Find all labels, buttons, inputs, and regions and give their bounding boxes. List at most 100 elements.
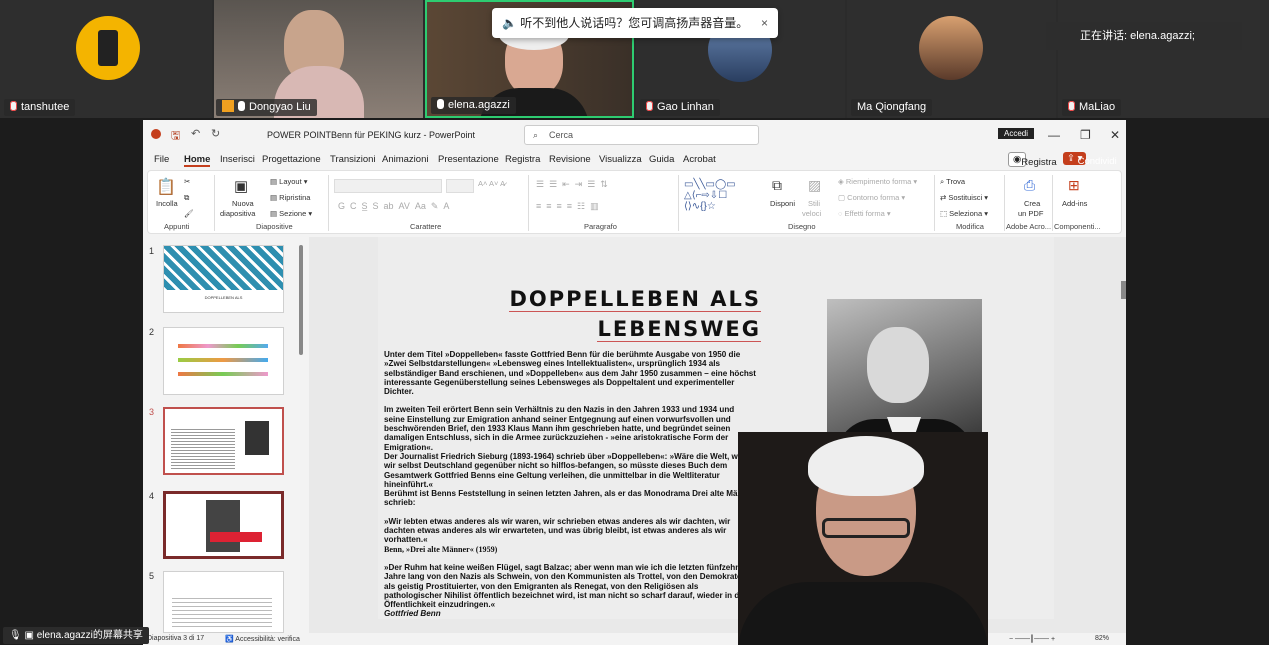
new-slide-icon[interactable]: ▣ — [234, 177, 248, 195]
search-input[interactable]: ⌕ Cerca — [524, 125, 759, 145]
record-button[interactable]: ◉ Registra — [1008, 152, 1057, 168]
slide-thumb-4[interactable] — [163, 491, 284, 559]
font-format-icons[interactable]: G C S̲ S ab AV Aa ✎ A — [338, 201, 449, 212]
addins-button[interactable]: Add-ins — [1062, 199, 1087, 208]
section-button[interactable]: ▤ Sezione ▾ — [270, 209, 312, 218]
quick-styles-label2[interactable]: veloci — [802, 209, 821, 218]
speaking-label: 正在讲话: — [1080, 30, 1128, 42]
new-slide-label2[interactable]: diapositiva — [220, 209, 255, 218]
tab-acrobat[interactable]: Acrobat — [683, 154, 716, 165]
font-name-select[interactable] — [334, 179, 442, 193]
participant-tile[interactable]: tanshutee — [0, 0, 212, 118]
paragraph: Im zweiten Teil erörtert Benn sein Verhä… — [384, 405, 735, 452]
arrange-icon[interactable]: ⧉ — [772, 177, 782, 194]
screen-share-label: 🎙 ▣ elena.agazzi的屏幕共享 — [3, 627, 149, 644]
user-icon — [222, 100, 234, 112]
participant-tile[interactable]: MaLiao — [1058, 0, 1269, 118]
quote: »Der Ruhm hat keine weißen Flügel, sagt … — [384, 562, 756, 610]
accessibility-status[interactable]: ♿ Accessibilità: verifica — [225, 635, 300, 643]
replace-button[interactable]: ⇄ Sostituisci ▾ — [940, 193, 988, 202]
tab-file[interactable]: File — [154, 154, 169, 165]
save-icon[interactable]: 🖫 — [171, 127, 180, 146]
autosave-icon — [151, 129, 161, 139]
paragraph: Der Journalist Friedrich Sieburg (1893-1… — [384, 451, 755, 489]
create-pdf-icon[interactable]: ⎙ — [1024, 177, 1035, 194]
create-pdf-label[interactable]: Crea — [1024, 199, 1040, 208]
shape-fill-button[interactable]: ◈ Riempimento forma ▾ — [838, 177, 917, 186]
minimize-button[interactable]: — — [1048, 120, 1060, 150]
tab-view[interactable]: Visualizza — [599, 154, 642, 165]
speaker-muted-icon: 🔈 — [502, 16, 517, 30]
slide-scrollbar[interactable] — [1121, 281, 1126, 299]
toast-text: 听不到他人说话吗？您可调高扬声器音量。 — [520, 16, 749, 30]
quick-styles-label[interactable]: Stili — [808, 199, 820, 208]
mic-icon: 🎙 — [9, 630, 22, 641]
close-icon[interactable]: × — [761, 8, 768, 38]
slide-thumb-1[interactable]: DOPPELLEBEN ALS — [163, 245, 284, 313]
search-icon: ⌕ — [533, 130, 539, 140]
slide-number: 1 — [149, 246, 155, 256]
paste-button[interactable]: Incolla — [156, 199, 178, 208]
slide-thumb-2[interactable] — [163, 327, 284, 395]
arrange-button[interactable]: Disponi — [770, 199, 795, 208]
slide-indicator: Diapositiva 3 di 17 — [147, 635, 205, 642]
participant-tile[interactable]: Ma Qiongfang — [847, 0, 1056, 118]
avatar — [76, 16, 140, 80]
paragraph: Berühmt ist Benns Feststellung in seinen… — [384, 489, 756, 508]
redo-icon[interactable]: ↻ — [211, 127, 220, 140]
tab-insert[interactable]: Inserisci — [220, 154, 255, 165]
slide-number: 3 — [149, 407, 155, 417]
share-button[interactable]: ⇪ Condividi ▾ — [1063, 152, 1117, 167]
bullets-icons[interactable]: ☰ ☰ ⇤ ⇥ ☰ ⇅ — [536, 179, 608, 190]
participant-tile[interactable]: Dongyao Liu — [214, 0, 423, 118]
select-button[interactable]: ⬚ Seleziona ▾ — [940, 209, 988, 218]
tab-animations[interactable]: Animazioni — [382, 154, 428, 165]
cut-icon[interactable]: ✂ — [184, 177, 190, 186]
new-slide-label[interactable]: Nuova — [232, 199, 254, 208]
maximize-button[interactable]: ❐ — [1080, 120, 1091, 150]
quick-styles-icon[interactable]: ▨ — [808, 177, 821, 194]
shapes-gallery[interactable]: ▭╲╲▭◯▭ △⟨⌐⇨⇩☐ ⟨⟩∿{}☆ — [684, 179, 736, 212]
shape-effects-button[interactable]: ◌ Effetti forma ▾ — [838, 209, 891, 218]
tab-slideshow[interactable]: Presentazione — [438, 154, 499, 165]
addins-icon[interactable]: ⊞ — [1068, 177, 1080, 194]
ribbon-tabs: File Home Inserisci Progettazione Transi… — [143, 150, 1126, 170]
copy-icon[interactable]: ⧉ — [184, 193, 189, 203]
slide-title-line1: DOPPELLEBEN ALS — [509, 287, 761, 312]
reset-button[interactable]: ▤ Ripristina — [270, 193, 310, 202]
tab-home[interactable]: Home — [184, 154, 211, 167]
layout-button[interactable]: ▤ Layout ▾ — [270, 177, 308, 186]
close-window-button[interactable]: ✕ — [1110, 120, 1120, 150]
tab-design[interactable]: Progettazione — [262, 154, 321, 165]
find-button[interactable]: ⌕ Trova — [940, 177, 965, 187]
shape-outline-button[interactable]: ▢ Contorno forma ▾ — [838, 193, 905, 202]
participant-name: Ma Qiongfang — [851, 99, 933, 116]
zoom-level[interactable]: 82% — [1095, 635, 1109, 642]
zoom-slider[interactable]: − ───┃─── + — [1009, 635, 1055, 643]
create-pdf-label2[interactable]: un PDF — [1018, 209, 1043, 218]
paste-icon[interactable]: 📋 — [156, 177, 176, 197]
format-painter-icon[interactable]: 🖌 — [184, 209, 194, 218]
presenter-video — [738, 432, 988, 645]
mic-muted-icon — [10, 101, 17, 111]
slide-body: Unter dem Titel »Doppelleben« fasste Got… — [384, 350, 756, 619]
group-slides: Diapositive — [256, 222, 293, 231]
signin-button[interactable]: Accedi — [998, 128, 1035, 139]
speaking-name: elena.agazzi; — [1130, 30, 1195, 42]
grow-font-icon[interactable]: A˄ A˅ A̷ — [478, 179, 505, 188]
undo-icon[interactable]: ↶ — [191, 127, 200, 140]
slide-thumb-5[interactable] — [163, 571, 284, 633]
mic-muted-icon — [1068, 101, 1075, 111]
thumbs-scrollbar[interactable] — [299, 245, 303, 355]
group-addins: Componenti... — [1054, 222, 1101, 231]
slide-thumb-3-selected[interactable] — [163, 407, 284, 475]
tab-help[interactable]: Guida — [649, 154, 674, 165]
font-size-select[interactable] — [446, 179, 474, 193]
tab-review[interactable]: Revisione — [549, 154, 591, 165]
avatar — [919, 16, 983, 80]
group-paragraph: Paragrafo — [584, 222, 617, 231]
tab-transitions[interactable]: Transizioni — [330, 154, 376, 165]
ribbon: 📋 Incolla ✂ ⧉ 🖌 Appunti ▣ Nuova diaposit… — [147, 170, 1122, 234]
align-icons[interactable]: ≡ ≡ ≡ ≡ ☷ ▥ — [536, 201, 599, 212]
tab-record[interactable]: Registra — [505, 154, 540, 165]
